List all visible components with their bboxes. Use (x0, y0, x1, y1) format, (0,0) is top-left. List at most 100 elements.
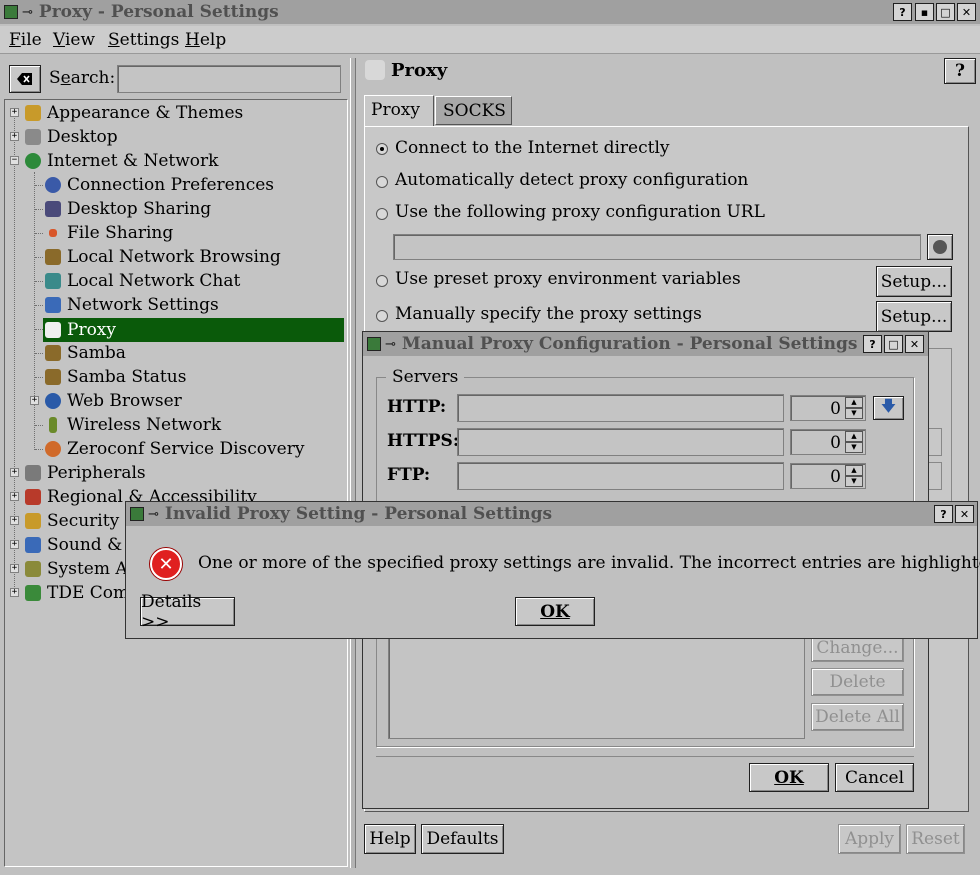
tree-item-samba[interactable]: Samba (45, 341, 126, 365)
tree-item-peripherals[interactable]: Peripherals (25, 461, 146, 485)
panel-title: Proxy (391, 60, 448, 81)
tree-item-desktop-sharing[interactable]: Desktop Sharing (45, 197, 211, 221)
help-window-button[interactable]: ? (893, 3, 912, 21)
tree-item-file-sharing[interactable]: File Sharing (45, 221, 173, 245)
error-help-button[interactable]: ? (934, 505, 953, 523)
expand-desktop[interactable]: + (10, 132, 19, 141)
tree-item-connection-preferences[interactable]: Connection Preferences (45, 173, 274, 197)
reset-button[interactable]: Reset (906, 824, 965, 854)
ftp-port-spinbox[interactable]: 0 ▲ ▼ (790, 463, 866, 489)
samba-status-icon (45, 369, 61, 385)
manual-close-button[interactable]: ✕ (905, 335, 924, 353)
apply-button[interactable]: Apply (838, 824, 901, 854)
expand-security[interactable]: + (10, 516, 19, 525)
expand-tde-components[interactable]: + (10, 588, 19, 597)
pin-icon[interactable]: ⊸ (148, 507, 159, 522)
window-title: Proxy - Personal Settings (38, 2, 279, 22)
https-input[interactable] (457, 428, 784, 456)
http-port-spinbox[interactable]: 0 ▲ ▼ (790, 395, 866, 421)
expand-regional[interactable]: + (10, 492, 19, 501)
expand-appearance[interactable]: + (10, 108, 19, 117)
tree-item-system-admin[interactable]: System Ad (25, 557, 139, 581)
error-ok-button[interactable]: OK (515, 597, 595, 626)
spin-up-icon[interactable]: ▲ (845, 465, 863, 476)
maximize-button[interactable]: □ (936, 3, 955, 21)
close-button[interactable]: ✕ (957, 3, 976, 21)
manual-help-button[interactable]: ? (863, 335, 882, 353)
pin-icon[interactable]: ⊸ (385, 337, 396, 352)
menu-file[interactable]: File (9, 30, 42, 50)
tree-item-local-network-browsing[interactable]: Local Network Browsing (45, 245, 281, 269)
search-input[interactable] (117, 65, 341, 93)
manual-maximize-button[interactable]: □ (884, 335, 903, 353)
config-url-input[interactable] (393, 234, 921, 260)
error-close-button[interactable]: ✕ (955, 505, 974, 523)
radio-env-vars[interactable] (376, 275, 388, 287)
menu-help[interactable]: Help (185, 30, 226, 50)
network-settings-icon (45, 297, 61, 313)
tab-socks[interactable]: SOCKS (435, 96, 512, 125)
splitter[interactable] (350, 58, 356, 868)
expand-peripherals[interactable]: + (10, 468, 19, 477)
radio-direct-label[interactable]: Connect to the Internet directly (395, 138, 670, 158)
tree-item-proxy[interactable]: Proxy (43, 318, 344, 342)
menu-settings[interactable]: Settings (108, 30, 179, 50)
radio-direct[interactable] (376, 143, 388, 155)
tree-item-appearance[interactable]: Appearance & Themes (25, 101, 243, 125)
collapse-internet[interactable]: − (10, 156, 19, 165)
defaults-button[interactable]: Defaults (421, 824, 504, 854)
https-label: HTTPS: (387, 431, 460, 451)
radio-manual[interactable] (376, 310, 388, 322)
radio-config-url[interactable] (376, 208, 388, 220)
tree-item-security[interactable]: Security & (25, 509, 140, 533)
copy-down-button[interactable]: 🡇 (873, 396, 904, 420)
radio-env-vars-label[interactable]: Use preset proxy environment variables (395, 269, 741, 289)
exceptions-list[interactable] (388, 636, 805, 739)
menu-view[interactable]: View (53, 30, 95, 50)
delete-all-button[interactable]: Delete All (811, 703, 904, 731)
tree-item-samba-status[interactable]: Samba Status (45, 365, 186, 389)
browse-url-button[interactable] (927, 234, 953, 260)
pin-icon[interactable]: ⊸ (22, 5, 33, 20)
tree-item-zeroconf[interactable]: Zeroconf Service Discovery (45, 437, 304, 461)
clear-search-button[interactable] (9, 65, 41, 93)
radio-manual-label[interactable]: Manually specify the proxy settings (395, 304, 702, 324)
spin-down-icon[interactable]: ▼ (845, 476, 863, 487)
minimize-button[interactable]: ▪ (915, 3, 934, 21)
spin-down-icon[interactable]: ▼ (845, 408, 863, 419)
radio-autodetect-label[interactable]: Automatically detect proxy configuration (395, 170, 748, 190)
delete-button[interactable]: Delete (811, 668, 904, 696)
expand-system-admin[interactable]: + (10, 564, 19, 573)
https-port-spinbox[interactable]: 0 ▲ ▼ (790, 429, 866, 455)
desktop-sharing-icon (45, 201, 61, 217)
radio-config-url-label[interactable]: Use the following proxy configuration UR… (395, 202, 765, 222)
tree-item-local-network-chat[interactable]: Local Network Chat (45, 269, 240, 293)
radio-autodetect[interactable] (376, 176, 388, 188)
manual-setup-button[interactable]: Setup... (876, 301, 952, 332)
tree-item-tde-components[interactable]: TDE Comp (25, 581, 140, 605)
spin-up-icon[interactable]: ▲ (845, 397, 863, 408)
whats-this-button[interactable]: ? (944, 58, 976, 84)
proxy-icon (45, 322, 61, 338)
tree-item-web-browser[interactable]: Web Browser (45, 389, 182, 413)
spin-down-icon[interactable]: ▼ (845, 442, 863, 453)
help-button[interactable]: Help (364, 824, 416, 854)
error-dialog-titlebar[interactable]: ⊸ Invalid Proxy Setting - Personal Setti… (126, 502, 977, 526)
tree-item-desktop[interactable]: Desktop (25, 125, 118, 149)
manual-ok-button[interactable]: OK (749, 763, 829, 792)
tab-proxy[interactable]: Proxy (364, 95, 434, 127)
env-setup-button[interactable]: Setup... (876, 266, 952, 297)
expand-sound[interactable]: + (10, 540, 19, 549)
tree-item-wireless-network[interactable]: Wireless Network (45, 413, 221, 437)
details-button[interactable]: Details >> (140, 592, 235, 632)
main-titlebar[interactable]: ⊸ Proxy - Personal Settings (0, 0, 980, 24)
tree-item-network-settings[interactable]: Network Settings (45, 293, 219, 317)
error-message: One or more of the specified proxy setti… (198, 553, 980, 573)
ftp-input[interactable] (457, 462, 784, 490)
spin-up-icon[interactable]: ▲ (845, 431, 863, 442)
http-input[interactable] (457, 394, 784, 422)
tree-item-internet[interactable]: Internet & Network (25, 149, 218, 173)
expand-web-browser[interactable]: + (30, 396, 39, 405)
manual-dialog-titlebar[interactable]: ⊸ Manual Proxy Configuration - Personal … (363, 332, 928, 356)
manual-cancel-button[interactable]: Cancel (835, 763, 914, 792)
